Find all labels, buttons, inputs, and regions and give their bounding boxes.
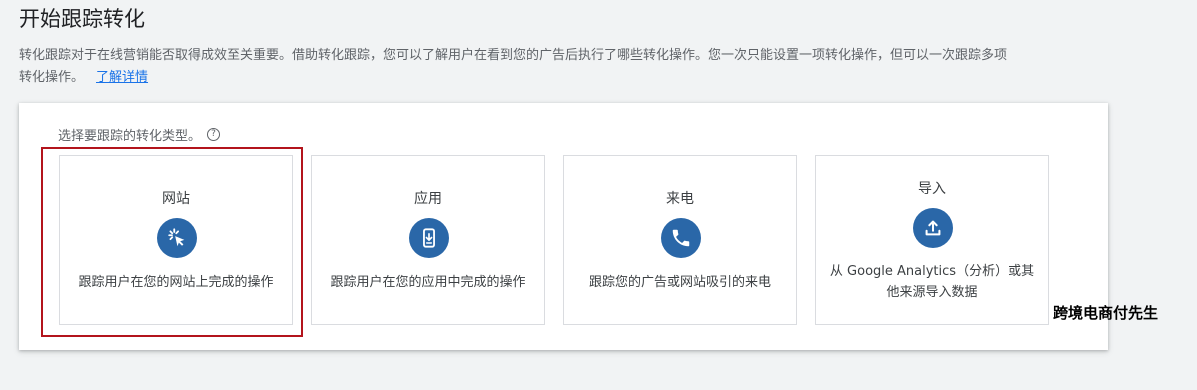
card-app[interactable]: 应用 跟踪用户在您的应用中完成的操作 bbox=[311, 155, 545, 325]
card-title: 导入 bbox=[918, 181, 946, 197]
mobile-app-icon bbox=[409, 218, 449, 258]
card-phone-calls[interactable]: 来电 跟踪您的广告或网站吸引的来电 bbox=[563, 155, 797, 325]
page-description: 转化跟踪对于在线营销能否取得成效至关重要。借助转化跟踪，您可以了解用户在看到您的… bbox=[19, 45, 1109, 89]
card-import[interactable]: 导入 从 Google Analytics（分析）或其他来源导入数据 bbox=[815, 155, 1049, 325]
card-description: 从 Google Analytics（分析）或其他来源导入数据 bbox=[829, 264, 1035, 300]
conversion-type-prompt: 选择要跟踪的转化类型。 ? bbox=[58, 125, 221, 144]
prompt-label: 选择要跟踪的转化类型。 bbox=[58, 129, 202, 144]
conversion-type-panel: 选择要跟踪的转化类型。 ? 网站 跟踪用户在您的网站上完成的操作 应用 跟踪用户… bbox=[19, 103, 1108, 350]
card-description: 跟踪您的广告或网站吸引的来电 bbox=[588, 275, 771, 290]
description-line2: 转化操作。 bbox=[19, 70, 85, 85]
card-description: 跟踪用户在您的网站上完成的操作 bbox=[78, 275, 274, 290]
card-website[interactable]: 网站 跟踪用户在您的网站上完成的操作 bbox=[59, 155, 293, 325]
page-title: 开始跟踪转化 bbox=[19, 7, 145, 31]
help-icon[interactable]: ? bbox=[207, 128, 221, 141]
card-title: 网站 bbox=[162, 191, 190, 207]
upload-icon bbox=[913, 208, 953, 248]
phone-icon bbox=[661, 218, 701, 258]
description-line1: 转化跟踪对于在线营销能否取得成效至关重要。借助转化跟踪，您可以了解用户在看到您的… bbox=[19, 48, 1008, 63]
card-title: 来电 bbox=[666, 191, 694, 207]
watermark: 跨境电商付先生 bbox=[1053, 304, 1159, 322]
card-title: 应用 bbox=[414, 191, 442, 207]
cursor-click-icon bbox=[157, 218, 197, 258]
card-description: 跟踪用户在您的应用中完成的操作 bbox=[330, 275, 526, 290]
learn-more-link[interactable]: 了解详情 bbox=[96, 70, 148, 85]
